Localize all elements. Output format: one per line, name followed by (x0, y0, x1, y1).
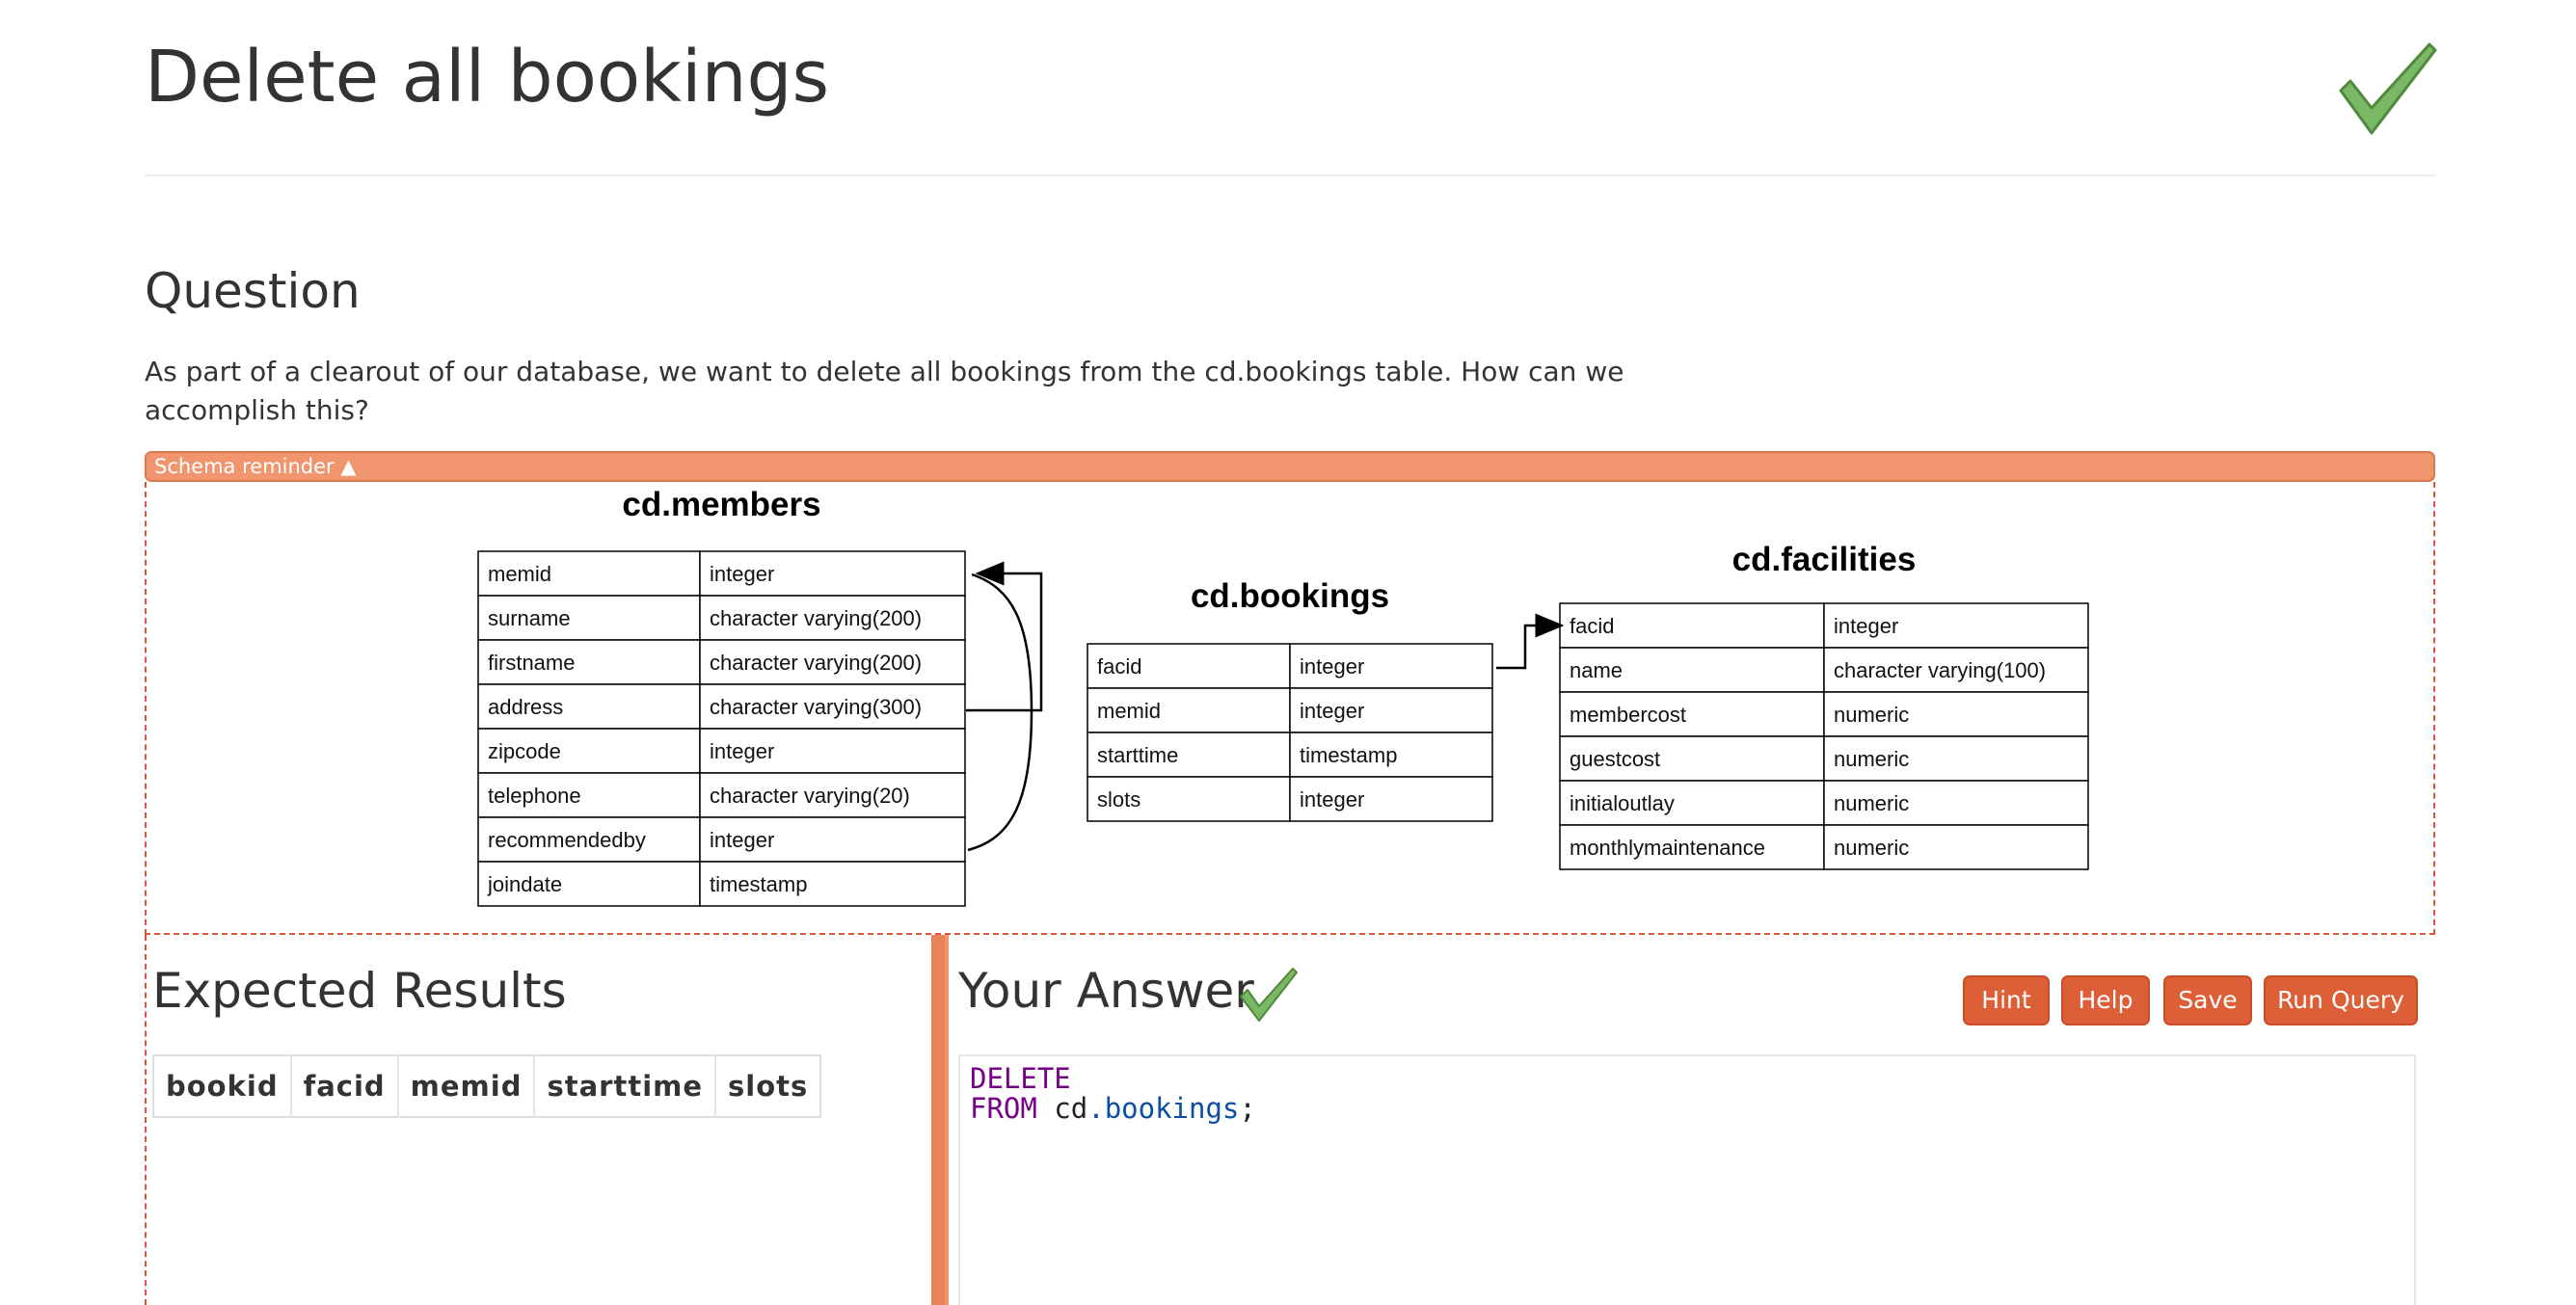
cd-bookings-column-name: facid (1097, 654, 1141, 679)
question-heading: Question (145, 263, 361, 319)
column-header-memid: memid (396, 1055, 535, 1117)
cd-facilities-column-type: character varying(100) (1834, 658, 2046, 682)
cd-facilities-column-name: initialoutlay (1570, 791, 1675, 815)
checkmark-icon (2339, 42, 2437, 135)
table-title-cd-facilities: cd.facilities (1732, 541, 1917, 578)
help-button[interactable]: Help (2061, 975, 2150, 1025)
sql-terminator: ; (1239, 1092, 1256, 1125)
cd-bookings-column-type: timestamp (1300, 743, 1397, 767)
sql-editor[interactable]: DELETE FROM cd.bookings; (958, 1054, 2416, 1305)
cd-facilities-column-name: guestcost (1570, 747, 1660, 771)
cd-members-column-name: address (488, 695, 563, 719)
title-divider (145, 174, 2435, 176)
table-header-row: bookid facid memid starttime slots (153, 1055, 821, 1117)
run-query-button[interactable]: Run Query (2264, 975, 2418, 1025)
cd-bookings-column-type: integer (1300, 787, 1364, 812)
cd-members-column-type: character varying(200) (710, 651, 922, 675)
cd-members-column-type: timestamp (710, 872, 807, 896)
checkmark-icon (1240, 968, 1298, 1022)
sql-property: .bookings (1087, 1092, 1240, 1125)
cd-members-column-type: integer (710, 739, 774, 763)
cd-members-column-type: integer (710, 828, 774, 852)
cd-facilities-column-type: numeric (1834, 836, 1909, 860)
expected-results-table: bookid facid memid starttime slots (152, 1054, 822, 1118)
cd-members-column-name: recommendedby (488, 828, 646, 852)
your-answer-heading: Your Answer (958, 963, 1254, 1019)
sql-identifier: cd (1054, 1092, 1088, 1125)
cd-members-column-name: memid (488, 562, 551, 586)
cd-facilities-column-type: numeric (1834, 747, 1909, 771)
cd-members-column-name: joindate (487, 872, 562, 896)
schema-reminder-toggle[interactable]: Schema reminder ▲ (145, 451, 2435, 482)
cd-members-column-name: firstname (488, 651, 575, 675)
cd-bookings-column-name: starttime (1097, 743, 1178, 767)
cd-facilities-column-name: membercost (1570, 703, 1686, 727)
column-header-facid: facid (289, 1055, 398, 1117)
cd-members-column-name: telephone (488, 784, 581, 808)
cd-facilities-column-type: numeric (1834, 791, 1909, 815)
cd-members-column-type: integer (710, 562, 774, 586)
sql-keyword: DELETE (970, 1062, 1071, 1095)
cd-members-column-type: character varying(300) (710, 695, 922, 719)
cd-members-column-type: character varying(200) (710, 606, 922, 630)
cd-facilities-column-type: integer (1834, 614, 1898, 638)
code-line-2: FROM cd.bookings; (970, 1094, 2404, 1124)
cd-members-column-name: zipcode (488, 739, 561, 763)
sql-keyword: FROM (970, 1092, 1037, 1125)
column-header-bookid: bookid (166, 1070, 279, 1103)
page-title: Delete all bookings (145, 36, 830, 119)
panel-resize-handle[interactable] (931, 935, 945, 1305)
hint-button[interactable]: Hint (1963, 975, 2050, 1025)
save-button[interactable]: Save (2163, 975, 2252, 1025)
table-title-cd-bookings: cd.bookings (1191, 577, 1389, 615)
cd-facilities-column-name: facid (1570, 614, 1614, 638)
expected-panel-border (145, 935, 147, 1305)
cd-bookings-column-name: slots (1097, 787, 1140, 812)
column-header-starttime: starttime (533, 1055, 716, 1117)
column-header-slots: slots (714, 1055, 821, 1117)
cd-members-column-name: surname (488, 606, 571, 630)
cd-members-column-type: character varying(20) (710, 784, 910, 808)
cd-facilities-column-name: name (1570, 658, 1623, 682)
expected-results-heading: Expected Results (152, 963, 567, 1019)
cd-facilities-column-type: numeric (1834, 703, 1909, 727)
table-title-cd-members: cd.members (622, 486, 820, 523)
schema-diagram: cd.members memid integer surname character v… (477, 486, 2089, 907)
cd-bookings-column-type: integer (1300, 654, 1364, 679)
code-line-1: DELETE (970, 1064, 2404, 1094)
cd-bookings-column-type: integer (1300, 699, 1364, 723)
cd-bookings-column-name: memid (1097, 699, 1161, 723)
cd-facilities-column-name: monthlymaintenance (1570, 836, 1765, 860)
question-text: As part of a clearout of our database, w… (145, 356, 1624, 426)
